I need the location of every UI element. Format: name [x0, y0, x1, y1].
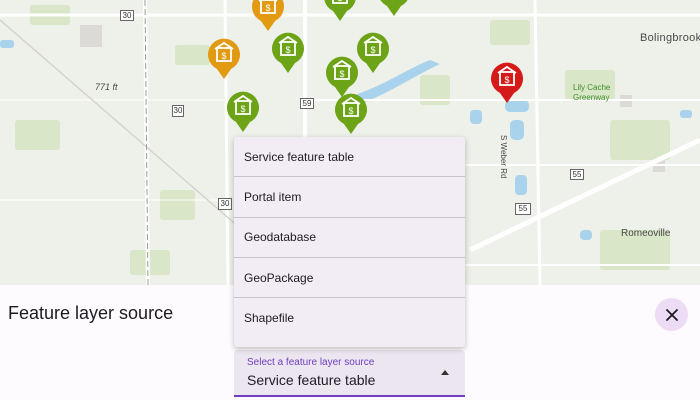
map-pin-green[interactable]: $ — [324, 56, 360, 98]
map-pin-orange[interactable]: $ — [250, 0, 286, 32]
building-icon: $ — [324, 0, 356, 21]
route-shield-30-mid: 30 — [172, 105, 184, 117]
menu-item-portal-item[interactable]: Portal item — [234, 177, 465, 218]
map-pin-orange[interactable]: $ — [206, 38, 242, 80]
svg-text:$: $ — [337, 0, 342, 3]
building-icon: $ — [252, 0, 284, 31]
svg-text:$: $ — [240, 104, 245, 114]
road-label-weber: S Weber Rd — [499, 135, 508, 179]
park-label-lily-cache: Lily Cache Greenway — [573, 83, 611, 102]
route-shield-55-low: 55 — [515, 203, 531, 215]
building-icon: $ — [335, 93, 367, 134]
svg-text:$: $ — [370, 45, 375, 55]
select-value: Service feature table — [247, 372, 376, 388]
route-shield-30-top: 30 — [120, 10, 134, 21]
map-pin-green[interactable]: $ — [355, 32, 391, 74]
svg-text:$: $ — [221, 51, 226, 61]
dropdown-menu: Service feature table Portal item Geodat… — [234, 137, 465, 347]
route-shield-59: 59 — [300, 98, 314, 109]
building-icon: $ — [272, 32, 304, 73]
building-icon: $ — [227, 91, 259, 132]
svg-text:$: $ — [504, 75, 509, 85]
menu-item-service-feature-table[interactable]: Service feature table — [234, 137, 465, 178]
place-label-bolingbrook: Bolingbrook — [640, 32, 700, 44]
close-icon — [665, 308, 678, 321]
building-icon: $ — [491, 62, 523, 103]
map-pin-green[interactable]: $ — [270, 32, 306, 74]
select-label: Select a feature layer source — [247, 357, 375, 368]
map-pin-green[interactable]: $ — [225, 91, 261, 133]
place-label-romeoville: Romeoville — [621, 228, 671, 239]
svg-text:$: $ — [285, 45, 290, 55]
elevation-label: 771 ft — [95, 82, 118, 92]
menu-item-geopackage[interactable]: GeoPackage — [234, 258, 465, 299]
svg-text:$: $ — [348, 106, 353, 116]
feature-layer-source-select[interactable]: Select a feature layer source Service fe… — [234, 350, 465, 397]
close-button[interactable] — [655, 298, 688, 331]
caret-up-icon — [441, 370, 449, 375]
svg-text:$: $ — [339, 69, 344, 79]
building-icon: $ — [357, 32, 389, 73]
map-pin-red[interactable]: $ — [489, 62, 525, 104]
map-pin-green[interactable]: $ — [333, 93, 369, 135]
building-icon: $ — [208, 38, 240, 79]
panel-title: Feature layer source — [8, 303, 174, 323]
menu-item-geodatabase[interactable]: Geodatabase — [234, 218, 465, 258]
map-pin-green[interactable]: $ — [322, 0, 358, 22]
map-pin-green[interactable]: $ — [376, 0, 412, 17]
svg-text:$: $ — [265, 3, 270, 13]
building-icon: $ — [326, 56, 358, 97]
route-shield-30-low: 30 — [218, 198, 232, 210]
building-icon: $ — [380, 0, 408, 16]
menu-item-shapefile[interactable]: Shapefile — [234, 298, 465, 338]
route-shield-55-top: 55 — [570, 169, 584, 180]
